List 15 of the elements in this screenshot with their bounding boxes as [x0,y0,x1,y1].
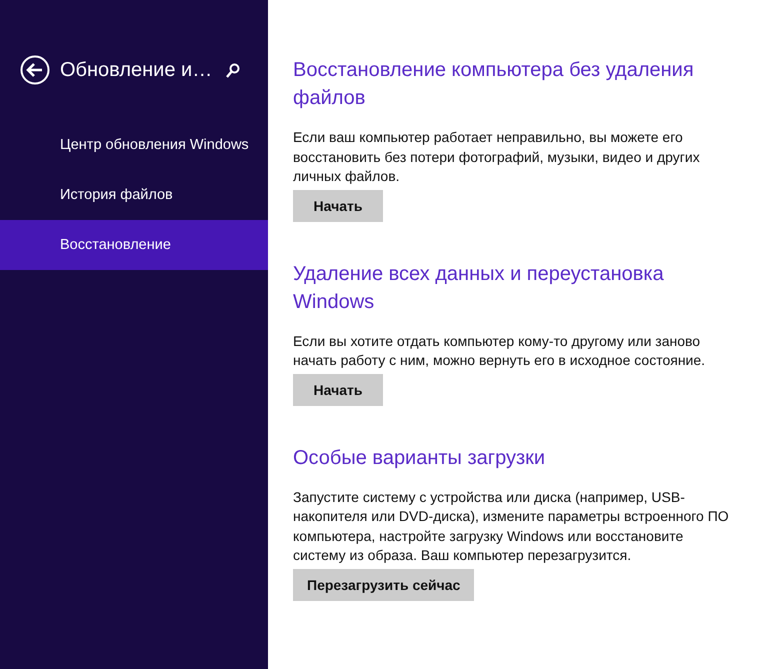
section-description: Если ваш компьютер работает неправильно, вы можете его восстановить без потери фотографий, музыки, видео и других личных файлов. [293,128,701,186]
search-icon[interactable] [226,62,240,78]
section-heading: Восстановление компьютера без удаления файлов [293,58,695,111]
back-icon[interactable] [20,55,50,85]
page-title: Обновление и… [60,58,214,82]
nav-item[interactable]: История файлов [0,170,268,220]
section-description: Если вы хотите отдать компьютер кому-то другому или заново начать работу с ним, можно вернуть его в исходное состояние. [293,332,706,370]
action-button[interactable]: Перезагрузить сейчас [293,568,474,600]
action-button[interactable]: Начать [293,190,383,222]
action-button[interactable]: Начать [293,374,383,406]
nav-item[interactable]: Восстановление [0,220,268,270]
section-description: Запустите систему с устройства или диска (например, USB-накопителя или DVD-диска), измените параметры встроенного ПО компьютера, настройте загрузку Windows или восстановите систему из образа. Ваш компьютер перезагрузится. [293,488,730,565]
section-heading: Особые варианты загрузки [293,446,546,470]
nav-item[interactable]: Центр обновления Windows [0,120,268,170]
section-heading: Удаление всех данных и переустановка Windows [293,262,665,314]
